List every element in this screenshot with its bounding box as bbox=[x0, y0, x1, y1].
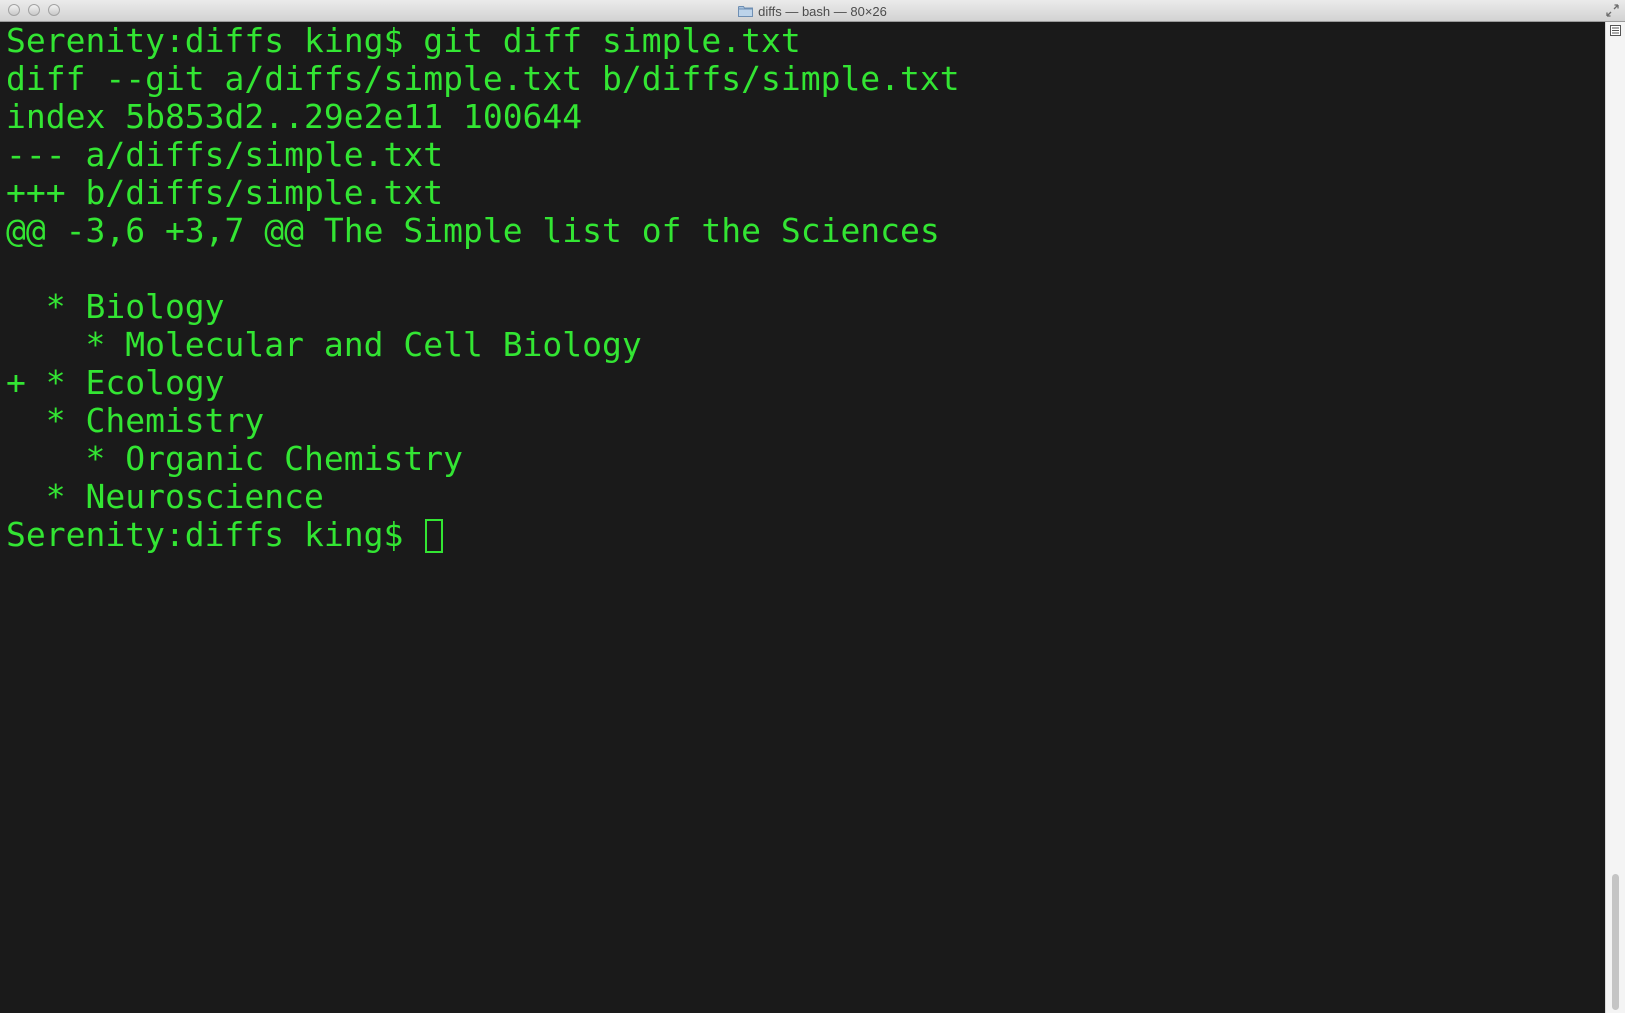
window-title: diffs — bash — 80×26 bbox=[758, 3, 887, 19]
terminal-output: Serenity:diffs king$ git diff simple.txt… bbox=[6, 22, 960, 554]
terminal-line: * Chemistry bbox=[6, 401, 265, 440]
terminal-content[interactable]: Serenity:diffs king$ git diff simple.txt… bbox=[0, 22, 1605, 1013]
terminal-line: + * Ecology bbox=[6, 363, 225, 402]
fullscreen-arrows-icon[interactable] bbox=[1606, 4, 1619, 17]
close-button[interactable] bbox=[8, 4, 20, 16]
terminal-line: * Molecular and Cell Biology bbox=[6, 325, 642, 364]
minimize-button[interactable] bbox=[28, 4, 40, 16]
terminal-window: diffs — bash — 80×26 Serenity:diffs king… bbox=[0, 0, 1625, 1013]
shell-prompt: Serenity:diffs king$ bbox=[6, 515, 424, 554]
terminal-line: * Neuroscience bbox=[6, 477, 324, 516]
terminal-line: * Organic Chemistry bbox=[6, 439, 463, 478]
text-cursor bbox=[425, 519, 444, 553]
terminal-line: +++ b/diffs/simple.txt bbox=[6, 173, 444, 212]
scrollbar-thumb[interactable] bbox=[1612, 874, 1619, 1010]
vertical-scrollbar[interactable] bbox=[1605, 22, 1625, 1013]
zoom-button[interactable] bbox=[48, 4, 60, 16]
title-bar[interactable]: diffs — bash — 80×26 bbox=[0, 0, 1625, 22]
terminal-line: @@ -3,6 +3,7 @@ The Simple list of the S… bbox=[6, 211, 940, 250]
split-pane-icon[interactable] bbox=[1610, 25, 1621, 36]
terminal-line: diff --git a/diffs/simple.txt b/diffs/si… bbox=[6, 59, 960, 98]
terminal-line: --- a/diffs/simple.txt bbox=[6, 135, 444, 174]
folder-icon bbox=[738, 6, 754, 17]
terminal-line: index 5b853d2..29e2e11 100644 bbox=[6, 97, 583, 136]
prompt-line[interactable]: Serenity:diffs king$ bbox=[6, 516, 960, 554]
terminal-line: Serenity:diffs king$ git diff simple.txt bbox=[6, 22, 801, 60]
terminal-line: * Biology bbox=[6, 287, 225, 326]
